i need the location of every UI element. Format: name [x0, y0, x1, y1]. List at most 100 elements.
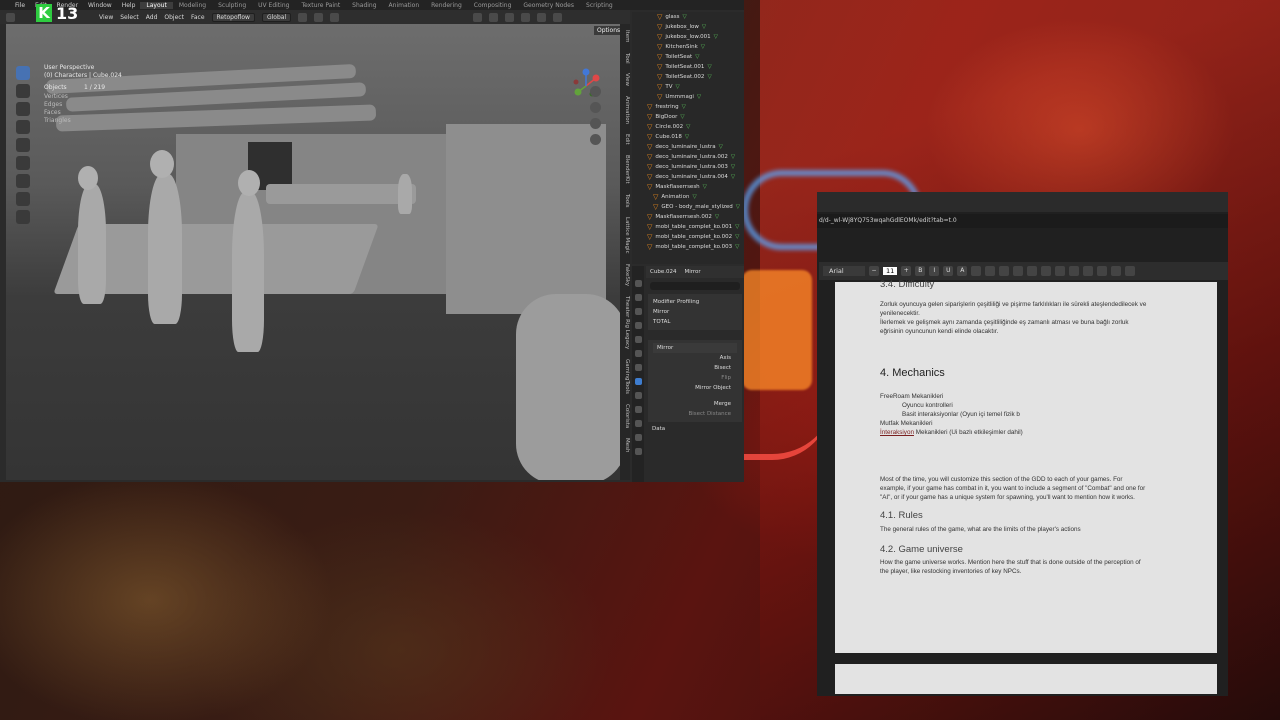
- bullet-list-icon[interactable]: [1069, 266, 1080, 276]
- outliner-item[interactable]: ▽ Cube.018 ▽: [632, 132, 744, 142]
- modifier-profiling-panel[interactable]: Modifier Profiling Mirror TOTAL: [648, 294, 742, 330]
- physics-props-icon[interactable]: [634, 406, 642, 413]
- character-model[interactable]: [148, 174, 182, 324]
- mirror-object-field[interactable]: Mirror Object: [653, 383, 737, 393]
- perspective-toggle-icon[interactable]: [590, 134, 601, 145]
- font-size-input[interactable]: 11: [883, 267, 898, 275]
- outliner-item[interactable]: ▽ jukebox_low.001 ▽: [632, 32, 744, 42]
- sidebar-tab-tools[interactable]: Tools: [620, 194, 630, 208]
- outliner-item[interactable]: ▽ mobi_table_complet_ko.001 ▽: [632, 222, 744, 232]
- scale-tool-icon[interactable]: [16, 138, 30, 152]
- scene-props-icon[interactable]: [634, 336, 642, 343]
- render-props-icon[interactable]: [634, 294, 642, 301]
- menu-face[interactable]: Face: [191, 14, 205, 21]
- outliner-item[interactable]: ▽ jukebox_low ▽: [632, 22, 744, 32]
- outliner-item[interactable]: ▽ Maskflaserrsesh.002 ▽: [632, 212, 744, 222]
- workspace-tab-layout[interactable]: Layout: [140, 1, 173, 9]
- outliner-item[interactable]: ▽ glass ▽: [632, 12, 744, 22]
- outliner-item[interactable]: ▽ mobi_table_complet_ko.003 ▽: [632, 242, 744, 252]
- shading-material-icon[interactable]: [553, 12, 563, 22]
- rotate-tool-icon[interactable]: [16, 120, 30, 134]
- annotate-tool-icon[interactable]: [16, 174, 30, 188]
- workspace-tab-geometry-nodes[interactable]: Geometry Nodes: [517, 2, 580, 9]
- text-color-icon[interactable]: A: [957, 266, 968, 276]
- output-props-icon[interactable]: [634, 308, 642, 315]
- zoom-icon[interactable]: [590, 86, 601, 97]
- merge-toggle[interactable]: Merge: [653, 399, 737, 409]
- underline-icon[interactable]: U: [943, 266, 954, 276]
- workspace-tab-rendering[interactable]: Rendering: [425, 2, 468, 9]
- increase-size-icon[interactable]: +: [901, 266, 912, 276]
- outliner-item[interactable]: ▽ ToiletSeat.002 ▽: [632, 72, 744, 82]
- outliner-item[interactable]: ▽ Animation ▽: [632, 192, 744, 202]
- font-family-dropdown[interactable]: Arial: [823, 266, 865, 276]
- xray-icon[interactable]: [521, 12, 531, 22]
- overlay-toggle-icon[interactable]: [505, 12, 515, 22]
- outliner-item[interactable]: ▽ deco_luminaire_lustra ▽: [632, 142, 744, 152]
- constraints-props-icon[interactable]: [634, 420, 642, 427]
- outliner-item[interactable]: ▽ frestring ▽: [632, 102, 744, 112]
- gizmo-toggle-icon[interactable]: [489, 12, 499, 22]
- workspace-tab-scripting[interactable]: Scripting: [580, 2, 619, 9]
- 3d-viewport[interactable]: User Perspective (0) Characters | Cube.0…: [6, 24, 620, 480]
- sidebar-tab-mesh[interactable]: Mesh: [620, 438, 630, 452]
- sidebar-tab-lattice[interactable]: Lattice Magic: [620, 217, 630, 254]
- sidebar-tab-colorista[interactable]: Colorista: [620, 404, 630, 428]
- retopoflow-dropdown[interactable]: Retopoflow: [211, 12, 255, 22]
- sidebar-tab-animation[interactable]: Animation: [620, 96, 630, 124]
- indent-decrease-icon[interactable]: [1097, 266, 1108, 276]
- visibility-icon[interactable]: [473, 12, 483, 22]
- menu-view[interactable]: View: [99, 14, 113, 21]
- outliner-item[interactable]: ▽ KitchenSink ▽: [632, 42, 744, 52]
- address-bar[interactable]: d/d-_wl-Wj8YQ753wqahGdlEOMk/edit?tab=t.0: [817, 214, 1228, 228]
- navigation-gizmo-icon[interactable]: [566, 66, 606, 106]
- outliner-item[interactable]: ▽ Ummmagi ▽: [632, 92, 744, 102]
- pan-hand-icon[interactable]: [590, 102, 601, 113]
- outliner-item[interactable]: ▽ deco_luminaire_lustra.004 ▽: [632, 172, 744, 182]
- material-props-icon[interactable]: [634, 448, 642, 455]
- outliner-item[interactable]: ▽ Circle.002 ▽: [632, 122, 744, 132]
- outliner-item[interactable]: ▽ deco_luminaire_lustra.002 ▽: [632, 152, 744, 162]
- outliner-item[interactable]: ▽ ToiletSeat ▽: [632, 52, 744, 62]
- proportional-edit-icon[interactable]: [330, 12, 340, 22]
- checklist-icon[interactable]: [1055, 266, 1066, 276]
- bold-icon[interactable]: B: [915, 266, 926, 276]
- object-props-icon[interactable]: [634, 364, 642, 371]
- sidebar-tab-edit[interactable]: Edit: [620, 134, 630, 145]
- properties-search-input[interactable]: [650, 282, 740, 290]
- menu-add[interactable]: Add: [146, 14, 158, 21]
- outliner-item[interactable]: ▽ GEO - body_male_stylized ▽: [632, 202, 744, 212]
- sidebar-tab-theater[interactable]: Theater Rig Legacy: [620, 296, 630, 349]
- comment-icon[interactable]: [999, 266, 1010, 276]
- orientation-dropdown[interactable]: Global: [261, 12, 292, 22]
- move-tool-icon[interactable]: [16, 102, 30, 116]
- outliner-item[interactable]: ▽ deco_luminaire_lustra.003 ▽: [632, 162, 744, 172]
- align-icon[interactable]: [1027, 266, 1038, 276]
- tool-props-icon[interactable]: [634, 280, 642, 287]
- modifier-name-field[interactable]: Mirror: [653, 343, 737, 353]
- menu-select[interactable]: Select: [120, 14, 139, 21]
- panel-title[interactable]: Modifier Profiling: [653, 297, 737, 307]
- data-props-icon[interactable]: [634, 434, 642, 441]
- outliner-item[interactable]: ▽ BigDoor ▽: [632, 112, 744, 122]
- outliner-item[interactable]: ▽ Maskflaserrsesh ▽: [632, 182, 744, 192]
- workspace-tab-shading[interactable]: Shading: [346, 2, 382, 9]
- cursor-tool-icon[interactable]: [16, 84, 30, 98]
- particles-props-icon[interactable]: [634, 392, 642, 399]
- character-model[interactable]: [232, 192, 264, 352]
- shading-solid-icon[interactable]: [537, 12, 547, 22]
- outliner-item[interactable]: ▽ TV ▽: [632, 82, 744, 92]
- mirror-modifier-panel[interactable]: Mirror Axis Bisect Flip Mirror Object Me…: [648, 340, 742, 422]
- select-box-tool-icon[interactable]: [16, 66, 30, 80]
- camera-view-icon[interactable]: [590, 118, 601, 129]
- workspace-tab-animation[interactable]: Animation: [383, 2, 426, 9]
- indent-increase-icon[interactable]: [1111, 266, 1122, 276]
- menu-help[interactable]: Help: [117, 2, 141, 9]
- menu-file[interactable]: File: [10, 2, 30, 9]
- italic-icon[interactable]: I: [929, 266, 940, 276]
- document-page[interactable]: 3.4. Difficulty Zorluk oyuncuya gelen si…: [835, 279, 1217, 653]
- sidebar-tab-blenderkit[interactable]: BlenderKit: [620, 155, 630, 184]
- workspace-tab-modeling[interactable]: Modeling: [173, 2, 212, 9]
- outliner-item[interactable]: ▽ ToiletSeat.001 ▽: [632, 62, 744, 72]
- world-props-icon[interactable]: [634, 350, 642, 357]
